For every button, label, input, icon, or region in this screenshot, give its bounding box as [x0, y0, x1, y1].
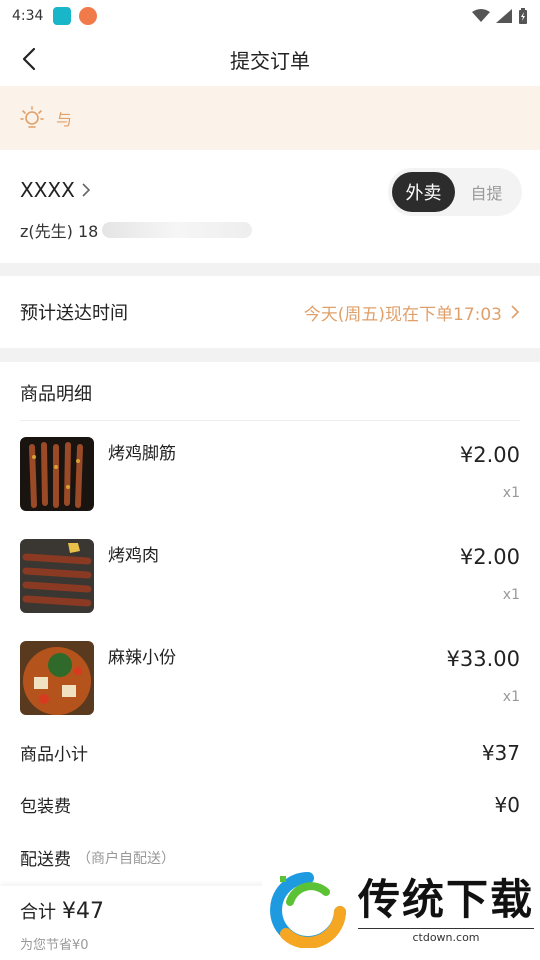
order-item: 麻辣小份 ¥33.00 x1 — [20, 641, 520, 717]
subtotal-label: 商品小计 — [20, 745, 88, 765]
watermark-brand-name: 传统下载 — [358, 875, 535, 924]
address-name-row[interactable]: XXXX — [20, 178, 91, 202]
item-name: 烤鸡脚筋 — [108, 444, 176, 464]
item-image — [20, 539, 94, 613]
chevron-right-icon — [82, 183, 90, 197]
delivery-time-row[interactable]: 预计送达时间 今天(周五)现在下单17:03 — [0, 276, 540, 348]
app-notification-icon — [53, 7, 72, 25]
signal-icon — [496, 9, 512, 23]
item-qty: x1 — [502, 587, 520, 603]
packaging-fee-label: 包装费 — [20, 797, 71, 817]
lightbulb-icon — [20, 106, 44, 128]
item-image — [20, 641, 94, 715]
item-price: ¥2.00 — [459, 545, 520, 569]
item-name: 烤鸡肉 — [108, 546, 159, 566]
item-name: 麻辣小份 — [108, 648, 176, 668]
address-card: XXXX z(先生) 18 外卖 自提 — [0, 150, 540, 263]
order-item: 烤鸡脚筋 ¥2.00 x1 — [20, 437, 520, 513]
item-image — [20, 437, 94, 511]
back-button[interactable] — [14, 44, 44, 74]
order-item: 烤鸡肉 ¥2.00 x1 — [20, 539, 520, 615]
delivery-fee-label: 配送费 — [20, 850, 71, 870]
app-notification-icon-2 — [79, 7, 98, 25]
notice-banner[interactable]: 与 — [0, 86, 540, 150]
recipient-contact: z(先生) 18 — [20, 218, 253, 242]
item-price: ¥2.00 — [459, 443, 520, 467]
subtotal-value: ¥37 — [481, 740, 520, 765]
delivery-fee-note: （商户自配送） — [77, 850, 175, 867]
notice-text: 与 — [56, 110, 73, 129]
contact-text: z(先生) 18 — [20, 222, 99, 241]
page-title: 提交订单 — [230, 48, 310, 73]
total-label: 合计 — [20, 902, 56, 923]
subtotal-row: 商品小计 ¥37 — [20, 740, 520, 766]
mode-delivery-option[interactable]: 外卖 — [392, 172, 455, 212]
chevron-left-icon — [22, 47, 36, 71]
item-qty: x1 — [502, 689, 520, 705]
redacted-phone — [102, 222, 253, 238]
item-price: ¥33.00 — [446, 647, 520, 671]
recipient-name: XXXX — [20, 178, 75, 202]
order-total: 合计 ¥47 — [20, 898, 104, 924]
delivery-time-value: 今天(周五)现在下单17:03 — [303, 304, 502, 325]
battery-icon — [519, 8, 527, 24]
watermark-url: ctdown.com — [358, 928, 535, 944]
total-amount: ¥47 — [62, 899, 104, 924]
watermark-brand: 传统下载 ctdown.com — [358, 875, 535, 944]
wifi-icon — [472, 9, 490, 22]
status-bar: 4:34 — [0, 0, 540, 32]
savings-text: 为您节省¥0 — [20, 938, 89, 953]
detail-title: 商品明细 — [20, 384, 92, 405]
watermark-logo-icon — [270, 872, 346, 948]
status-time: 4:34 — [12, 8, 44, 24]
nav-bar: 提交订单 — [0, 32, 540, 86]
delivery-time-value-wrap: 今天(周五)现在下单17:03 — [304, 300, 520, 325]
mode-pickup-option[interactable]: 自提 — [455, 172, 518, 212]
watermark: 传统下载 ctdown.com — [262, 860, 540, 960]
item-qty: x1 — [502, 485, 520, 501]
divider — [20, 420, 520, 421]
delivery-mode-toggle: 外卖 自提 — [388, 168, 522, 216]
delivery-time-label: 预计送达时间 — [20, 303, 128, 324]
chevron-right-icon — [511, 305, 520, 319]
status-indicators — [472, 8, 528, 24]
packaging-fee-row: 包装费 ¥0 — [20, 792, 520, 818]
packaging-fee-value: ¥0 — [494, 792, 520, 817]
